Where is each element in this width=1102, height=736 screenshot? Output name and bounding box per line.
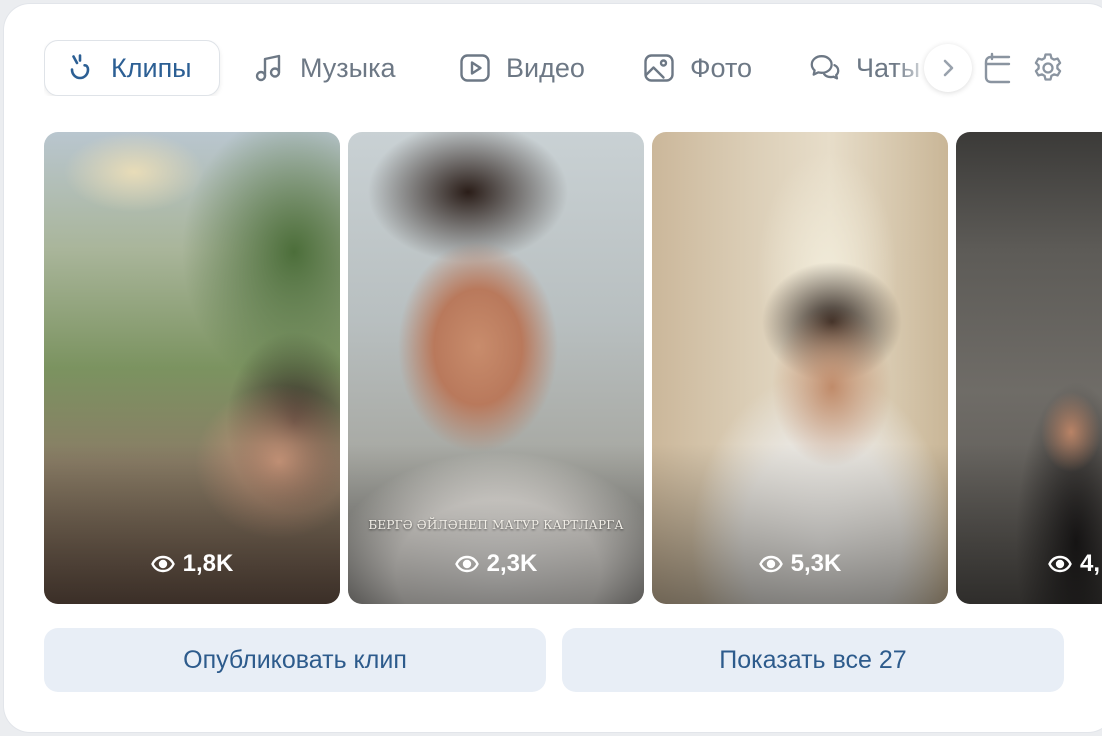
- tab-music-label: Музыка: [300, 52, 396, 83]
- tab-clips-label: Клипы: [111, 52, 192, 83]
- clip-views: 5,3K: [652, 550, 948, 578]
- clip-card[interactable]: БЕРГӘ ӘЙЛӘНЕП МАТУР КАРТЛАРГА 2,3K: [348, 132, 644, 604]
- eye-icon: [454, 555, 479, 573]
- chat-bubbles-icon: [808, 51, 842, 85]
- clip-gradient: [652, 444, 948, 604]
- clip-card[interactable]: 5,3K: [652, 132, 948, 604]
- clips-widget: Клипы Музыка Видео Фото Чаты 1,8K БЕРГӘ …: [4, 4, 1102, 732]
- clip-card[interactable]: 1,8K: [44, 132, 340, 604]
- music-note-icon: [252, 51, 286, 85]
- calendar-icon: [981, 51, 1011, 85]
- eye-icon: [150, 555, 175, 573]
- clip-caption: БЕРГӘ ӘЙЛӘНЕП МАТУР КАРТЛАРГА: [368, 518, 624, 532]
- tab-photo-label: Фото: [690, 52, 753, 83]
- tabs-scroll-area: Клипы Музыка Видео Фото Чаты: [44, 40, 929, 96]
- eye-icon: [758, 555, 783, 573]
- video-play-icon: [458, 51, 492, 85]
- chevron-right-icon: [939, 57, 957, 79]
- show-all-clips-button[interactable]: Показать все 27: [562, 628, 1064, 692]
- eye-icon: [1048, 555, 1072, 573]
- gear-icon: [1031, 51, 1065, 85]
- clip-gradient: [44, 444, 340, 604]
- clips-carousel: 1,8K БЕРГӘ ӘЙЛӘНЕП МАТУР КАРТЛАРГА 2,3K …: [44, 132, 1102, 604]
- clip-views: 4,: [956, 550, 1102, 578]
- clip-views-count: 2,3K: [486, 550, 538, 577]
- tab-music[interactable]: Музыка: [252, 40, 396, 96]
- clip-views: 1,8K: [44, 550, 340, 578]
- publish-clip-button[interactable]: Опубликовать клип: [44, 628, 546, 692]
- clip-card[interactable]: 4,: [956, 132, 1102, 604]
- tab-photo[interactable]: Фото: [642, 40, 752, 96]
- clip-views-count: 5,3K: [790, 550, 842, 577]
- clip-views-count: 4,: [1080, 550, 1101, 577]
- clip-gradient: [956, 444, 1102, 604]
- tab-clips[interactable]: Клипы: [44, 40, 220, 96]
- calendar-button[interactable]: [978, 50, 1014, 86]
- tabs-scroll-right-button[interactable]: [924, 44, 972, 92]
- tab-video[interactable]: Видео: [458, 40, 585, 96]
- tab-video-label: Видео: [506, 52, 585, 83]
- clip-views-count: 1,8K: [182, 550, 234, 577]
- photo-icon: [642, 51, 676, 85]
- settings-button[interactable]: [1030, 50, 1066, 86]
- section-tabs: Клипы Музыка Видео Фото Чаты: [44, 40, 1102, 96]
- clips-icon: [63, 51, 97, 85]
- clip-views: 2,3K: [348, 550, 644, 578]
